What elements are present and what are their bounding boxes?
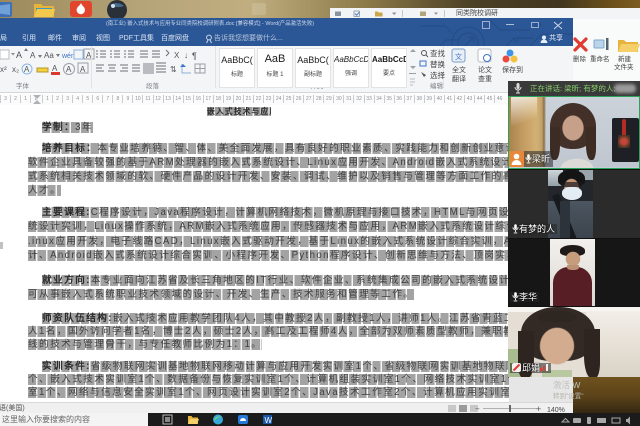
svg-text:A: A [24,65,30,74]
svg-text:W: W [265,416,273,425]
svg-text:查找: 查找 [430,48,445,58]
svg-text:编辑: 编辑 [430,81,444,90]
svg-text:替换: 替换 [430,59,445,69]
svg-text:文: 文 [455,52,462,61]
svg-text:保存到: 保存到 [502,65,523,74]
svg-text:段落: 段落 [146,81,160,90]
svg-text:全文: 全文 [452,65,466,74]
svg-text:翻译: 翻译 [452,74,466,83]
svg-text:A: A [16,50,22,60]
svg-text:¶: ¶ [192,51,197,61]
svg-text:A: A [66,65,72,74]
svg-text:X: X [174,51,180,60]
svg-text:Aa: Aa [44,51,54,60]
svg-text:⇅: ⇅ [170,65,177,74]
svg-text:wén: wén [61,53,75,60]
svg-text:选择: 选择 [430,70,445,80]
svg-text:查重: 查重 [478,74,492,83]
svg-text:文件夹: 文件夹 [614,62,634,71]
svg-text:新建: 新建 [618,54,632,63]
svg-text:A: A [52,64,58,73]
svg-text:删除: 删除 [573,54,587,63]
svg-text:x₂: x₂ [12,65,19,74]
svg-text:A: A [30,51,36,60]
svg-text:字体: 字体 [16,81,30,90]
svg-text:x²: x² [0,65,7,74]
svg-text:论文: 论文 [478,65,492,74]
svg-text:重命名: 重命名 [590,54,610,63]
svg-text:↓: ↓ [184,51,188,60]
